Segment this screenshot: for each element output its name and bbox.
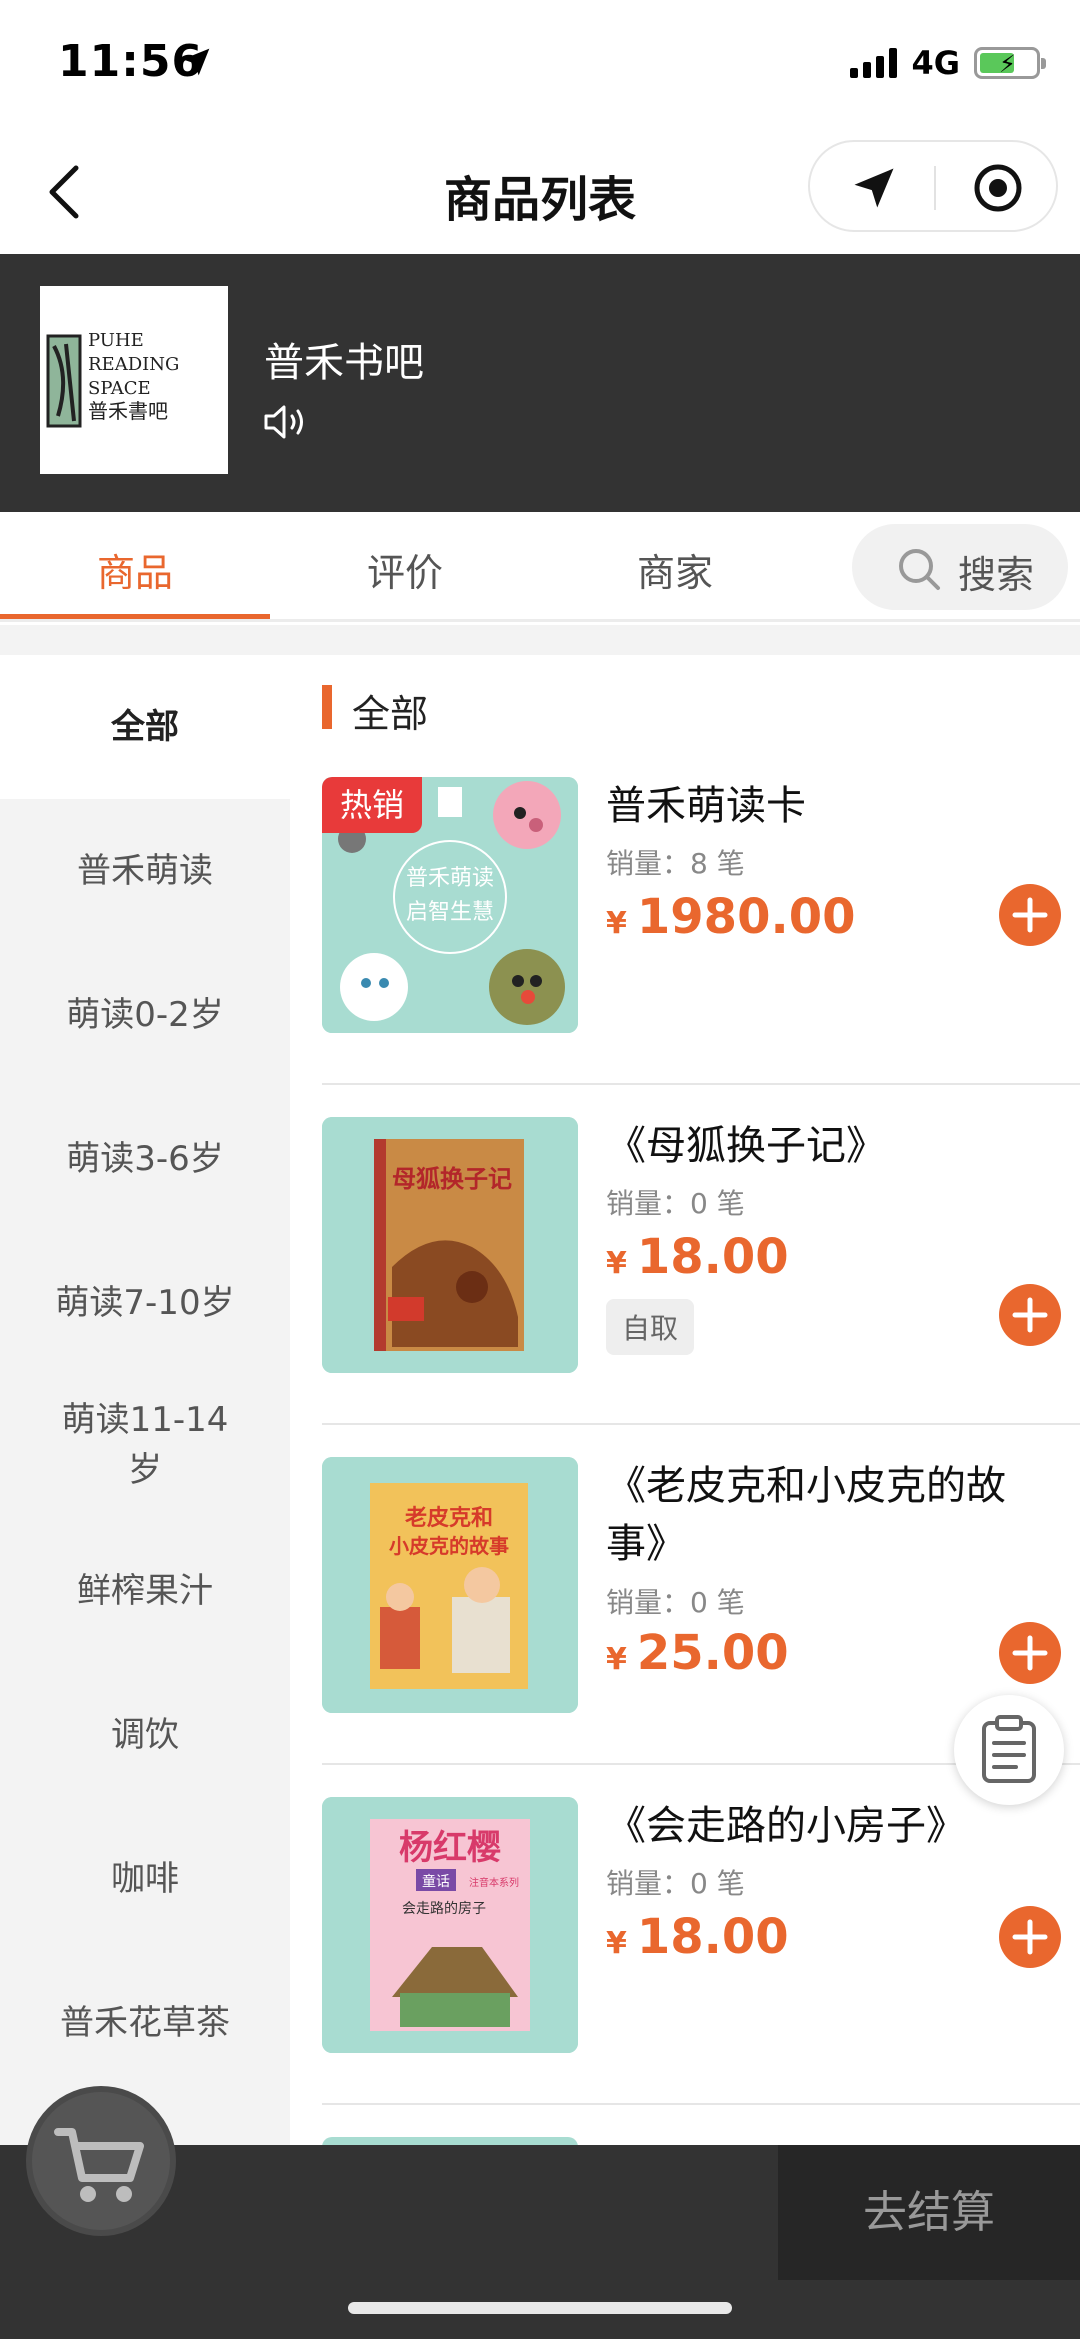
search-label: 搜索 [958, 553, 1035, 597]
close-miniprogram-icon[interactable] [972, 162, 1024, 214]
divider [322, 2103, 1080, 2105]
category-item[interactable]: 咖啡 [0, 1807, 290, 1951]
shop-name: 普禾书吧 [264, 340, 424, 386]
divider [0, 625, 1080, 655]
category-item[interactable]: 普禾花草茶 [0, 1951, 290, 2095]
cart-button[interactable] [26, 2086, 176, 2236]
nav-bar: 商品列表 [0, 130, 1080, 254]
tab-merchant[interactable]: 商家 [540, 542, 810, 597]
tab-goods[interactable]: 商品 [0, 542, 270, 597]
miniprogram-capsule [808, 140, 1058, 232]
product-image[interactable]: 母狐换子记 [322, 1117, 578, 1373]
product-image-partial [322, 2137, 578, 2145]
product-item[interactable]: 普禾萌读 启智生慧 热销 普禾萌读卡 销量：8 笔 ¥1980.00 [322, 777, 1080, 1117]
speaker-icon[interactable] [262, 402, 312, 442]
signal-icon [850, 48, 898, 78]
location-arrow-icon [182, 48, 210, 76]
add-to-cart-icon[interactable] [998, 1283, 1062, 1347]
add-to-cart-icon[interactable] [998, 1621, 1062, 1685]
product-list: 全部 普禾萌读 启智生慧 热销 普禾萌读卡 销量：8 笔 ¥1980.00 母狐… [290, 655, 1080, 2145]
category-sidebar: 全部 普禾萌读 萌读0-2岁 萌读3-6岁 萌读7-10岁 萌读11-14 岁 … [0, 655, 290, 2145]
search-icon [899, 549, 940, 590]
product-name: 《会走路的小房子》 [606, 1803, 966, 1849]
divider [322, 1423, 1080, 1425]
logo-text-1: PUHE [88, 330, 144, 351]
tab-bar: 商品 评价 商家 搜索 [0, 512, 1080, 622]
logo-text-4: 普禾書吧 [88, 399, 168, 423]
battery-icon: ⚡ [974, 47, 1046, 79]
search-button[interactable]: 搜索 [852, 524, 1068, 610]
category-item[interactable]: 调饮 [0, 1663, 290, 1807]
clipboard-icon [982, 1715, 1036, 1783]
cover-text: 杨红樱 [399, 1828, 501, 1868]
cover-text: 母狐换子记 [392, 1165, 512, 1193]
product-name: 普禾萌读卡 [606, 783, 806, 829]
add-to-cart-icon[interactable] [998, 1905, 1062, 1969]
order-list-button[interactable] [954, 1695, 1064, 1805]
hot-badge: 热销 [322, 777, 422, 833]
category-item[interactable]: 萌读7-10岁 [0, 1231, 290, 1375]
product-name: 《母狐换子记》 [606, 1123, 886, 1169]
add-to-cart-icon[interactable] [998, 883, 1062, 947]
network-type: 4G [911, 44, 960, 82]
location-share-icon[interactable] [848, 162, 900, 214]
category-item[interactable]: 萌读11-14 岁 [0, 1395, 290, 1505]
product-image[interactable]: 杨红樱 童话 注音本系列 会走路的房子 [322, 1797, 578, 2053]
product-item[interactable]: 杨红樱 童话 注音本系列 会走路的房子 《会走路的小房子》 销量：0 笔 ¥18… [322, 1797, 1080, 2137]
category-item[interactable]: 普禾萌读 [0, 799, 290, 943]
cover-text: 童话 [422, 1873, 450, 1890]
product-sales: 销量：0 笔 [606, 1187, 745, 1220]
cover-text: 启智生慧 [406, 900, 494, 925]
category-item[interactable]: 鲜榨果汁 [0, 1519, 290, 1663]
category-item[interactable]: 萌读0-2岁 [0, 943, 290, 1087]
product-price: ¥1980.00 [606, 889, 856, 945]
product-item[interactable]: 母狐换子记 《母狐换子记》 销量：0 笔 ¥18.00 自取 [322, 1117, 1080, 1457]
cart-icon [54, 2128, 144, 2202]
status-bar: 11:56 4G ⚡ [0, 0, 1080, 130]
product-image[interactable]: 老皮克和 小皮克的故事 [322, 1457, 578, 1713]
shop-logo: PUHE READING SPACE 普禾書吧 [40, 286, 228, 474]
pickup-tag: 自取 [606, 1299, 695, 1355]
status-indicators: 4G ⚡ [850, 44, 1046, 82]
cover-text: 会走路的房子 [402, 1901, 486, 1917]
tab-reviews[interactable]: 评价 [270, 542, 540, 597]
divider [322, 1083, 1080, 1085]
product-sales: 销量：8 笔 [606, 847, 745, 880]
category-item[interactable]: 萌读3-6岁 [0, 1087, 290, 1231]
section-marker [322, 685, 332, 729]
section-title: 全部 [352, 692, 429, 736]
product-price: ¥18.00 [606, 1229, 789, 1285]
shop-header: PUHE READING SPACE 普禾書吧 普禾书吧 [0, 254, 1080, 512]
logo-text-3: SPACE [88, 378, 151, 399]
logo-text-2: READING [88, 354, 179, 375]
cover-text: 老皮克和 [404, 1505, 493, 1531]
product-sales: 销量：0 笔 [606, 1867, 745, 1900]
product-sales: 销量：0 笔 [606, 1586, 745, 1619]
checkout-button[interactable]: 去结算 [778, 2145, 1080, 2280]
category-all[interactable]: 全部 [0, 655, 290, 799]
product-price: ¥25.00 [606, 1625, 789, 1681]
home-indicator [348, 2302, 732, 2314]
product-price: ¥18.00 [606, 1909, 789, 1965]
product-name: 《老皮克和小皮克的故事》 [606, 1463, 1006, 1567]
cover-text: 小皮克的故事 [389, 1534, 509, 1558]
tab-active-underline [0, 614, 270, 619]
cover-text: 注音本系列 [469, 1876, 519, 1889]
cover-text: 普禾萌读 [406, 866, 494, 891]
product-image[interactable]: 普禾萌读 启智生慧 热销 [322, 777, 578, 1033]
